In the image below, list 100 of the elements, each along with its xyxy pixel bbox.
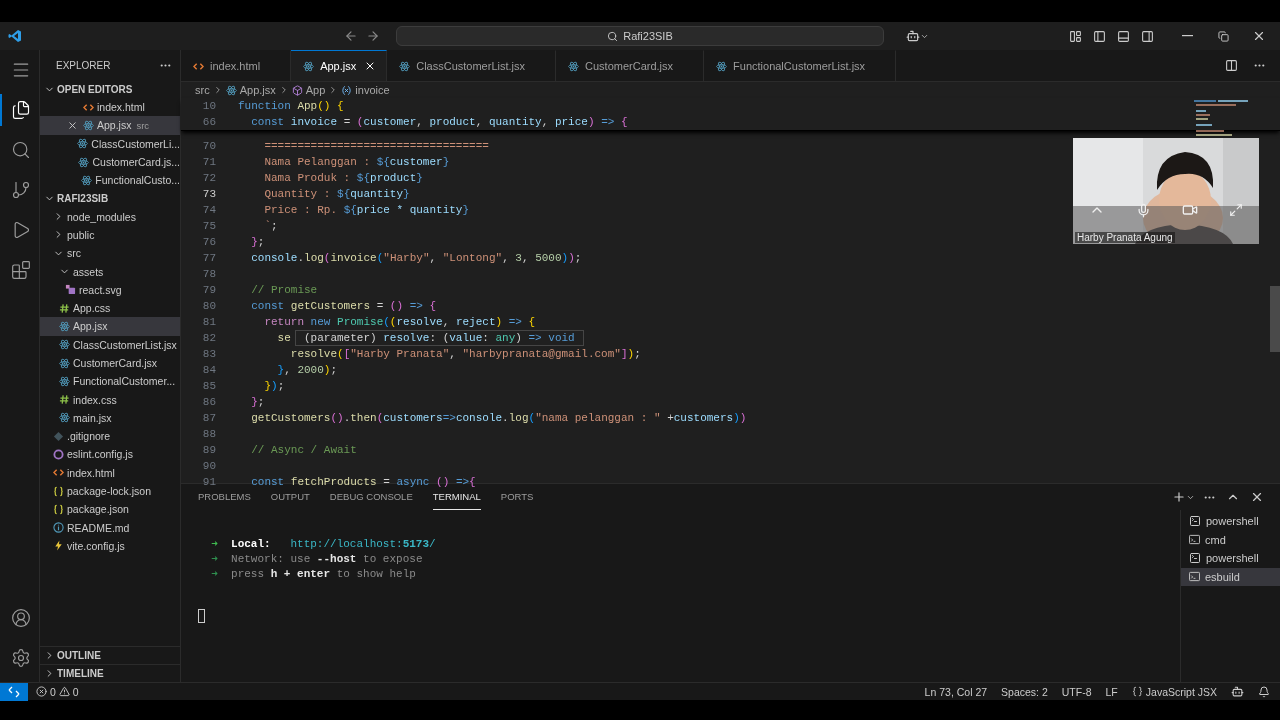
line-number: 85 <box>201 380 217 392</box>
file-item[interactable]: eslint.config.js <box>40 445 180 464</box>
command-center[interactable]: Rafi23SIB <box>396 26 884 46</box>
file-item[interactable]: package.json <box>40 500 180 519</box>
open-editor-item[interactable]: FunctionalCusto... <box>40 171 180 190</box>
line-number: 73 <box>201 188 217 200</box>
line-number: 83 <box>201 348 217 360</box>
file-item[interactable]: main.jsx <box>40 408 180 428</box>
terminal-item[interactable]: powershell <box>1181 549 1280 568</box>
code-line: Price : Rp. ${price * quantity} <box>263 204 470 216</box>
console-window-icon <box>1189 534 1200 546</box>
terminal-line: ➜ press h + enter to show help <box>210 567 417 582</box>
braces-icon <box>53 503 64 515</box>
code-line: }; <box>250 236 265 248</box>
hover-tooltip: (parameter) resolve: (value: any) => void <box>295 330 584 346</box>
indentation[interactable]: Spaces: 2 <box>1001 685 1048 698</box>
file-item[interactable]: package-lock.json <box>40 481 180 501</box>
section-header[interactable]: RAFI23SIB <box>40 189 180 208</box>
breadcrumb-item[interactable]: App.jsx <box>225 84 276 96</box>
file-item[interactable]: CustomerCard.jsx <box>40 353 180 373</box>
breadcrumb-item[interactable]: src <box>195 84 210 96</box>
file-item[interactable]: react.svg <box>40 280 180 299</box>
expand-icon[interactable] <box>1229 203 1244 217</box>
encoding[interactable]: UTF-8 <box>1061 685 1092 698</box>
microphone-icon[interactable] <box>1135 202 1151 218</box>
problems-button[interactable]: 0 0 <box>36 685 79 698</box>
folder-item[interactable]: public <box>40 225 180 245</box>
cursor-position[interactable]: Ln 73, Col 27 <box>924 685 988 698</box>
file-item[interactable]: ClassCustomerList.jsx <box>40 335 180 354</box>
editor-tab[interactable]: App.jsx <box>291 50 388 81</box>
terminal-item[interactable]: esbuild <box>1181 567 1280 586</box>
open-editor-item[interactable]: App.jsx src <box>40 116 180 135</box>
panel-tab[interactable]: PORTS <box>500 484 534 510</box>
diamond-icon <box>53 430 64 442</box>
braces-icon <box>53 485 64 497</box>
participant-name: Harby Pranata Agung <box>1075 232 1175 243</box>
atom-icon <box>59 339 70 351</box>
code-line: // Promise <box>250 284 318 296</box>
hash-icon <box>59 394 70 406</box>
atom-icon <box>83 119 94 131</box>
breadcrumb-item[interactable]: App <box>291 84 326 96</box>
bell-icon[interactable] <box>1258 685 1270 698</box>
section-header[interactable]: OPEN EDITORS <box>40 80 180 98</box>
terminal-line: ➜ Network: use --host to expose <box>210 552 424 567</box>
camera-icon[interactable] <box>1182 202 1199 218</box>
blocks-icon <box>10 260 31 280</box>
open-editor-item[interactable]: ClassCustomerLi... <box>40 134 180 153</box>
section-header[interactable]: OUTLINE <box>40 646 180 664</box>
code-line: console.log(invoice("Harby", "Lontong", 3, 5000)); <box>250 252 582 264</box>
code-line: return new Promise((resolve, reject) => { <box>263 316 536 328</box>
atom-icon <box>303 60 315 72</box>
braces-icon <box>1131 686 1143 697</box>
file-item[interactable]: index.css <box>40 390 180 409</box>
line-ending[interactable]: LF <box>1105 685 1118 698</box>
open-editor-item[interactable]: CustomerCard.js... <box>40 152 180 172</box>
warning-icon <box>58 686 70 697</box>
line-number: 89 <box>201 444 217 456</box>
atom-icon <box>399 60 411 72</box>
line-number: 81 <box>201 316 217 328</box>
line-number: 75 <box>201 220 217 232</box>
line-number: 84 <box>201 364 217 376</box>
file-item[interactable]: .gitignore <box>40 427 180 446</box>
line-number: 77 <box>201 252 217 264</box>
file-item[interactable]: App.css <box>40 298 180 318</box>
code-line: getCustomers().then(customers=>console.log("nama pelanggan : " +customers)) <box>250 412 747 424</box>
file-item[interactable]: App.jsx <box>40 317 180 336</box>
atom-icon <box>59 320 70 332</box>
remote-icon <box>8 685 20 698</box>
sidebar-title: EXPLORER <box>56 59 111 71</box>
file-item[interactable]: index.html <box>40 463 180 482</box>
language-mode[interactable]: JavaScript JSX <box>1131 685 1217 698</box>
atom-icon <box>716 60 728 72</box>
code-line: }, 2000); <box>276 364 338 376</box>
breadcrumb-item[interactable]: invoice <box>341 84 390 96</box>
line-number: 74 <box>201 204 217 216</box>
files-icon <box>10 100 31 120</box>
line-number: 71 <box>201 156 217 168</box>
line-number: 80 <box>201 300 217 312</box>
copilot-icon[interactable] <box>1231 685 1244 698</box>
terminal-item[interactable]: powershell <box>1181 512 1280 531</box>
open-editor-item[interactable]: index.html <box>40 98 180 117</box>
line-number: 72 <box>201 172 217 184</box>
terminal-item[interactable]: cmd <box>1181 530 1280 549</box>
line-number: 88 <box>201 428 217 440</box>
remote-button[interactable] <box>0 682 28 701</box>
scrollbar-thumb[interactable] <box>1270 286 1280 352</box>
code-line: se <box>276 332 291 344</box>
atom-icon <box>59 412 70 424</box>
folder-item[interactable]: node_modules <box>40 207 180 226</box>
code-line: }); <box>263 380 285 392</box>
file-item[interactable]: vite.config.js <box>40 536 180 556</box>
file-item[interactable]: FunctionalCustomer... <box>40 372 180 391</box>
account-icon <box>10 608 31 628</box>
folder-item[interactable]: assets <box>40 262 180 281</box>
close-icon[interactable] <box>66 119 78 131</box>
folder-item[interactable]: src <box>40 244 180 263</box>
line-number: 10 <box>201 100 217 112</box>
code-line: function App() { <box>238 100 344 112</box>
atom-icon <box>568 60 580 72</box>
file-item[interactable]: README.md <box>40 518 180 537</box>
